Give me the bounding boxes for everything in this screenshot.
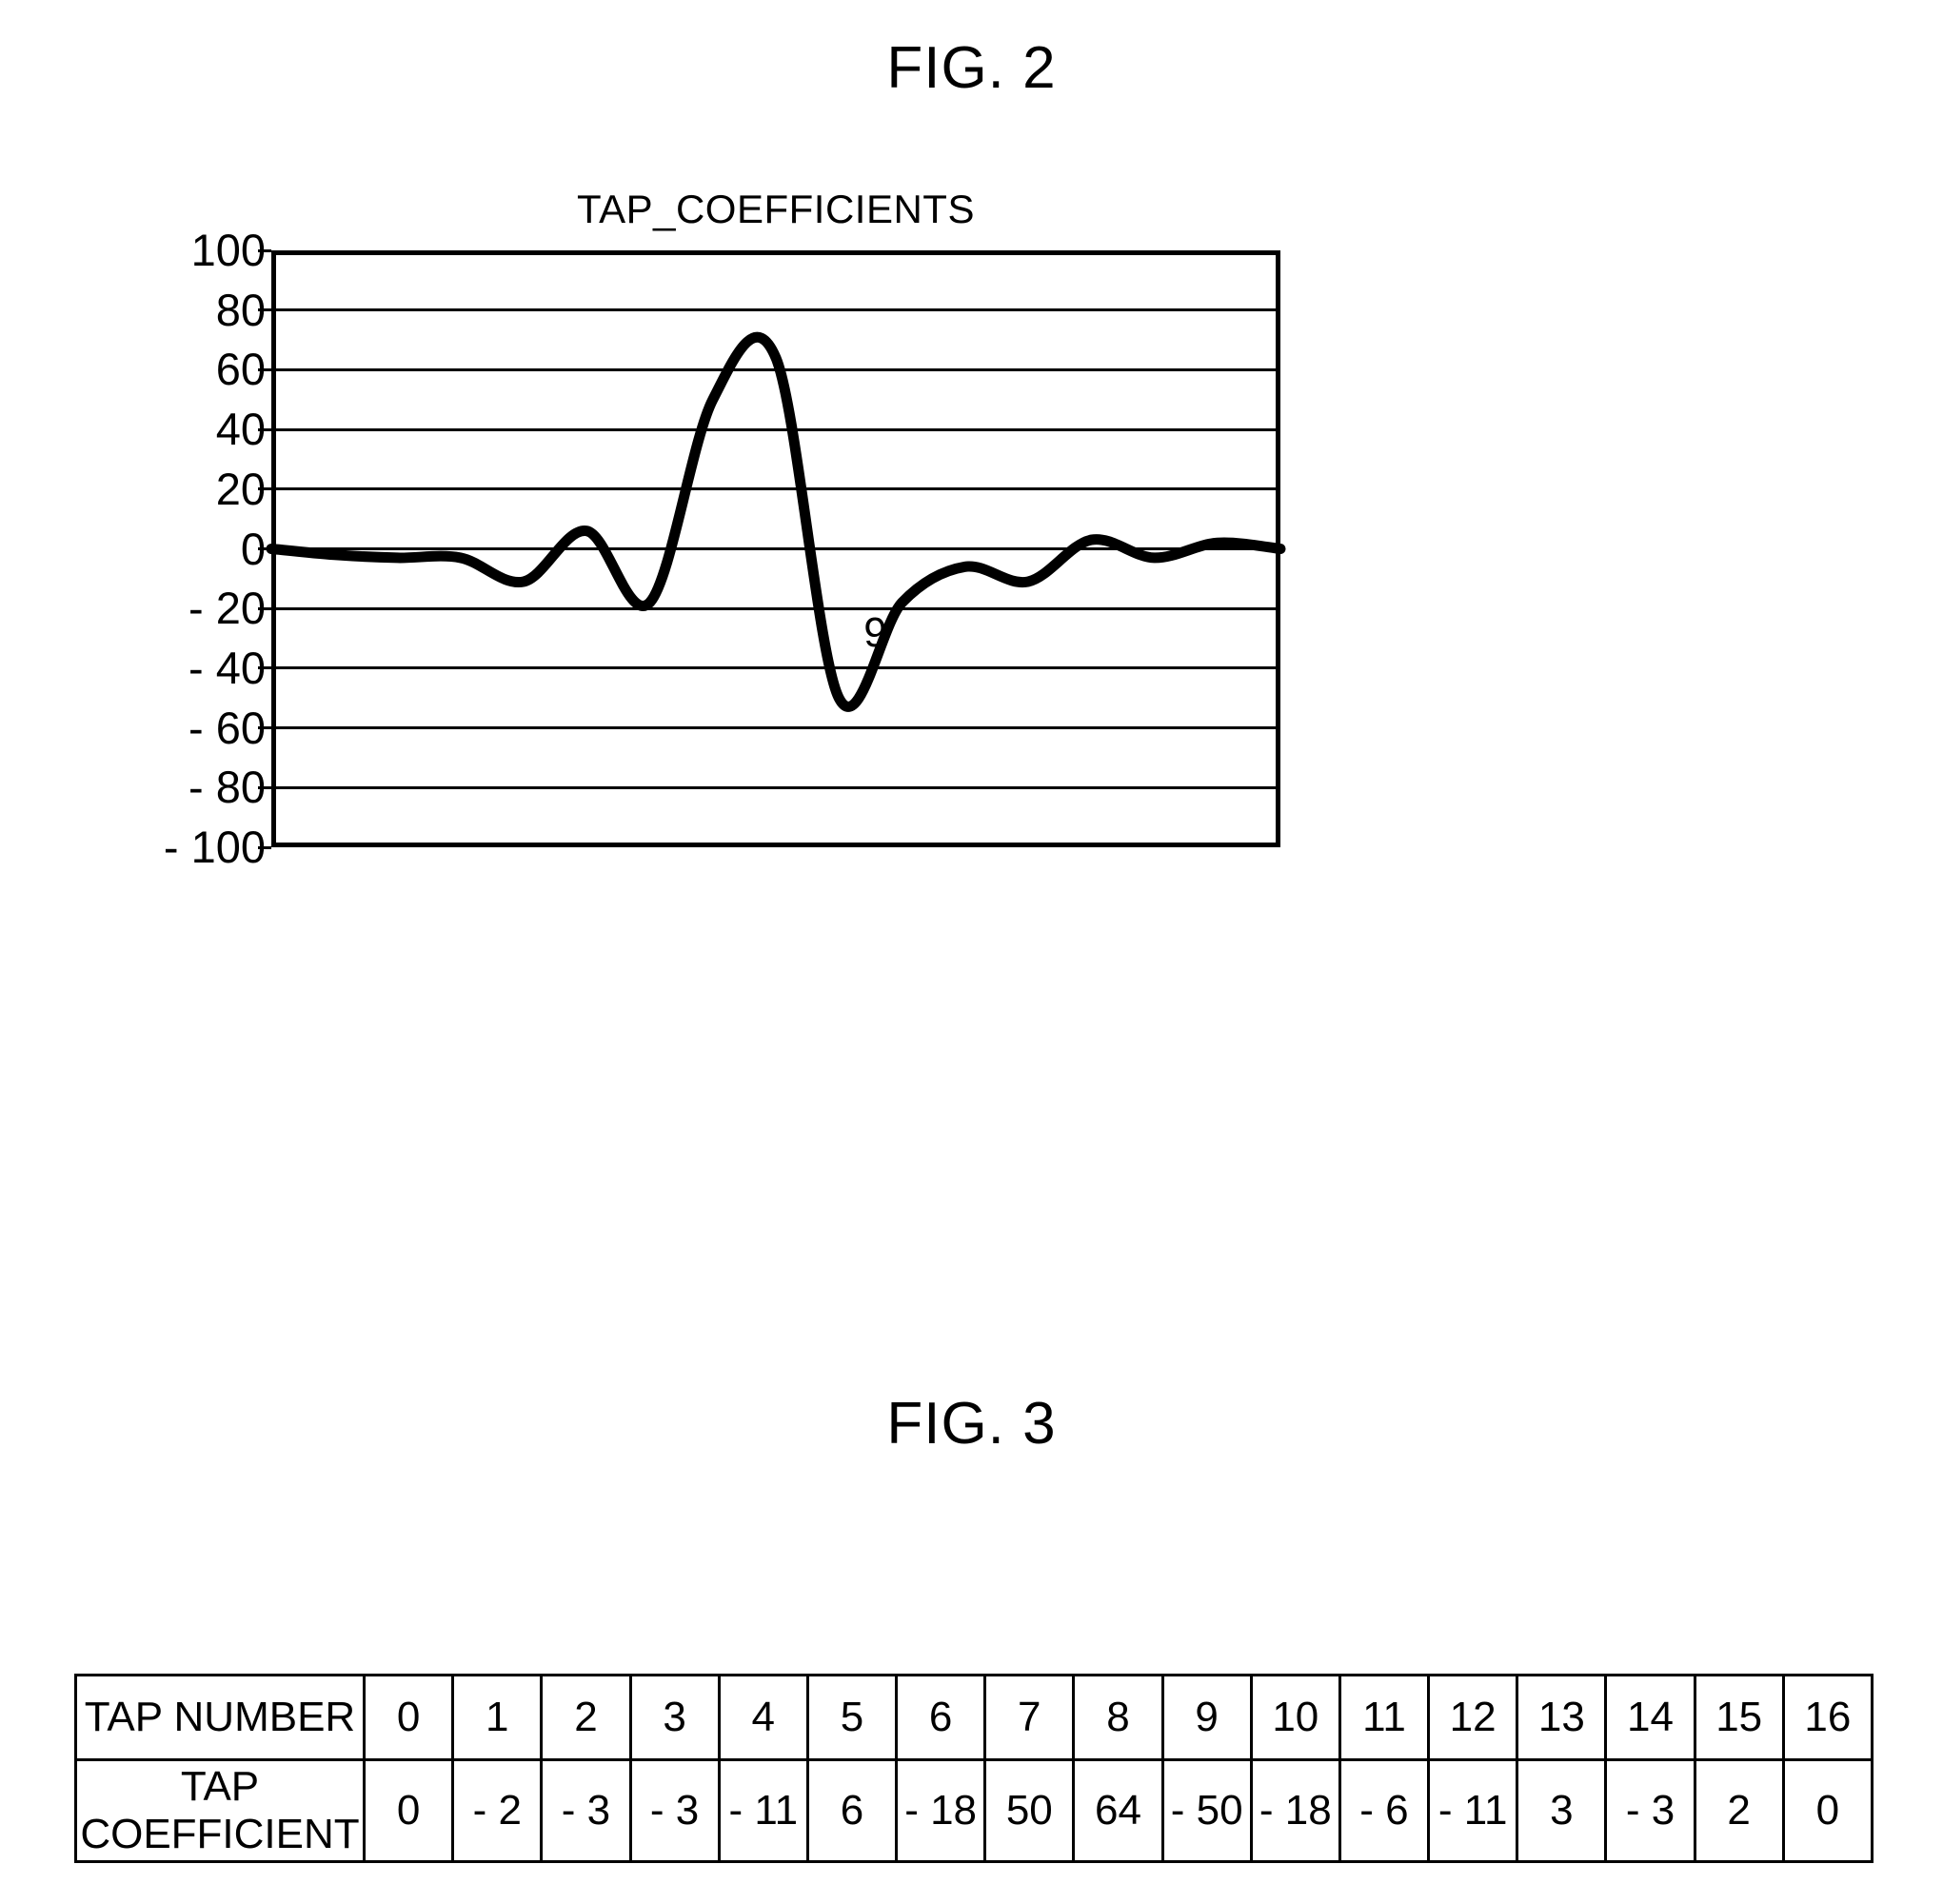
tap-coefficient-cell: - 3: [1604, 1758, 1696, 1863]
tap-number-cell: 10: [1249, 1674, 1341, 1761]
tap-number-cell: 7: [983, 1674, 1076, 1761]
tap-coefficient-cell: - 50: [1160, 1758, 1253, 1863]
chart-y-tick-label: 60: [215, 344, 266, 395]
tap-coefficient-cell: 0: [362, 1758, 455, 1863]
chart-y-tick-label: - 80: [188, 762, 266, 813]
chart-y-tick-label: - 60: [188, 702, 266, 753]
chart-y-tick-label: - 20: [188, 583, 266, 634]
tap-number-cell: 9: [1160, 1674, 1253, 1761]
chart-y-tick-label: 20: [215, 463, 266, 514]
tap-coefficient-cell: 6: [805, 1758, 899, 1863]
tap-number-cell: 5: [805, 1674, 899, 1761]
tap-coefficient-cell: - 11: [1427, 1758, 1519, 1863]
chart-y-tick-label: 100: [190, 225, 266, 275]
chart-y-tick-label: 0: [240, 523, 266, 574]
tap-coefficient-table: TAP NUMBER 0 1 2 3 4 5 6 7 8 9 10 11 12 13 14 15 16 TAP C…: [74, 1674, 1874, 1863]
tap-coefficient-cell: - 2: [451, 1758, 544, 1863]
table-row-label-tap-number: TAP NUMBER: [74, 1674, 366, 1761]
fig2-chart-figure: TAP_COEFFICIENTS 100 80 60 40 20 0 - 20 - 40 - 6…: [0, 171, 1943, 895]
tap-number-cell: 0: [362, 1674, 455, 1761]
chart-y-tick-label: - 40: [188, 642, 266, 693]
tap-coefficient-cell: - 18: [895, 1758, 987, 1863]
tap-number-cell: 4: [717, 1674, 809, 1761]
tap-coefficient-cell: - 3: [628, 1758, 721, 1863]
table-row-label-tap-coefficient: TAP COEFFICIENT: [74, 1758, 366, 1863]
tap-number-cell: 11: [1338, 1674, 1431, 1761]
tap-coefficient-cell: 3: [1516, 1758, 1608, 1863]
table-row-tap-coefficient: TAP COEFFICIENT 0- 2- 3- 3- 11 6- 18 50 64- …: [74, 1758, 1874, 1863]
chart-y-tick-label: 40: [215, 404, 266, 455]
curve-annotation-9: 9: [863, 609, 887, 657]
chart-y-tick-label: - 100: [163, 822, 266, 872]
tap-number-cell: 6: [895, 1674, 987, 1761]
chart-curve: [271, 250, 1280, 847]
tap-coefficient-cell: 50: [983, 1758, 1076, 1863]
tap-coefficient-cell: - 3: [540, 1758, 632, 1863]
tap-number-cell: 14: [1604, 1674, 1696, 1761]
chart-y-tick-label: 80: [215, 284, 266, 335]
tap-number-cell: 12: [1427, 1674, 1519, 1761]
tap-coefficient-cell: - 6: [1338, 1758, 1431, 1863]
chart-plot-wrapper: 100 80 60 40 20 0 - 20 - 40 - 60 - 80 - 100 9: [164, 228, 1280, 869]
tap-coefficient-cell: - 11: [717, 1758, 809, 1863]
tap-coefficient-cell: - 18: [1249, 1758, 1341, 1863]
tap-number-cell: 16: [1781, 1674, 1874, 1761]
tap-number-cell: 1: [451, 1674, 544, 1761]
tap-number-cell: 2: [540, 1674, 632, 1761]
fig3-table-figure: TAP NUMBER 0 1 2 3 4 5 6 7 8 9 10 11 12 13 14 15 16 TAP C…: [74, 1674, 1874, 1863]
table-row-tap-number: TAP NUMBER 0 1 2 3 4 5 6 7 8 9 10 11 12 13 14 15 16: [74, 1674, 1874, 1761]
tap-number-cell: 13: [1516, 1674, 1608, 1761]
tap-coefficient-cell: 0: [1781, 1758, 1874, 1863]
chart-title: TAP_COEFFICIENTS: [577, 187, 975, 231]
tap-number-cell: 3: [628, 1674, 721, 1761]
tap-number-cell: 15: [1693, 1674, 1785, 1761]
tap-number-cell: 8: [1072, 1674, 1164, 1761]
table-row-label-line1: TAP: [180, 1763, 260, 1810]
table-row-label-line2: COEFFICIENT: [80, 1811, 360, 1857]
tap-coefficient-cell: 2: [1693, 1758, 1785, 1863]
tap-coefficient-cell: 64: [1072, 1758, 1164, 1863]
fig2-heading: FIG. 2: [886, 35, 1057, 101]
fig3-heading: FIG. 3: [886, 1391, 1057, 1457]
